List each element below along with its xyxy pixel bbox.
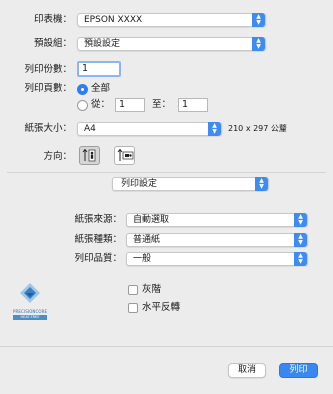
logo-text-line2: HEAT-FREE xyxy=(13,315,47,320)
precisioncore-diamond-icon xyxy=(20,283,40,303)
paper-size-value: A4 xyxy=(84,124,96,134)
media-type-value: 普通紙 xyxy=(133,235,161,245)
paper-source-value: 自動選取 xyxy=(133,215,170,225)
mirror-checkbox[interactable] xyxy=(128,303,138,313)
divider xyxy=(0,346,333,347)
media-type-popup[interactable]: 普通紙 ▲ ▼ xyxy=(126,233,308,247)
pages-to-label: 至： xyxy=(152,99,172,110)
print-quality-value: 一般 xyxy=(133,254,152,264)
landscape-orientation-icon xyxy=(117,148,134,161)
pages-to-field[interactable]: 1 xyxy=(178,98,208,112)
copies-field[interactable]: 1 xyxy=(77,61,121,77)
paper-source-label: 紙張來源： xyxy=(74,214,122,225)
section-popup-value: 列印設定 xyxy=(121,179,158,189)
grayscale-checkbox[interactable] xyxy=(128,285,138,295)
paper-size-label: 紙張大小： xyxy=(24,123,72,134)
print-button[interactable]: 列印 xyxy=(279,363,318,378)
printer-value: EPSON XXXX xyxy=(84,15,143,25)
popup-arrows-icon: ▲ ▼ xyxy=(252,37,265,51)
popup-arrows-icon: ▲ ▼ xyxy=(252,13,265,27)
popup-arrows-icon: ▲ ▼ xyxy=(294,252,307,266)
media-type-label: 紙張種類： xyxy=(74,234,122,245)
portrait-orientation-icon xyxy=(82,148,96,162)
preset-label: 預設組： xyxy=(33,38,72,49)
preset-value: 預設設定 xyxy=(84,39,121,49)
pages-label: 列印頁數： xyxy=(24,83,72,94)
pages-all-radio[interactable] xyxy=(77,84,88,95)
cancel-button[interactable]: 取消 xyxy=(228,363,266,378)
print-quality-popup[interactable]: 一般 ▲ ▼ xyxy=(126,252,308,266)
popup-arrows-icon: ▲ ▼ xyxy=(255,177,268,191)
divider xyxy=(7,172,326,173)
orientation-landscape-button[interactable] xyxy=(114,146,135,165)
paper-source-popup[interactable]: 自動選取 ▲ ▼ xyxy=(126,213,308,227)
pages-all-label: 全部 xyxy=(91,83,111,94)
orientation-portrait-button[interactable] xyxy=(79,146,100,165)
pages-range-radio[interactable] xyxy=(77,100,88,111)
print-quality-label: 列印品質： xyxy=(74,253,122,264)
pages-from-field[interactable]: 1 xyxy=(115,98,145,112)
grayscale-label: 灰階 xyxy=(142,284,162,295)
copies-label: 列印份數： xyxy=(24,64,72,75)
orientation-label: 方向： xyxy=(43,151,72,162)
popup-arrows-icon: ▲ ▼ xyxy=(294,213,307,227)
popup-arrows-icon: ▲ ▼ xyxy=(294,233,307,247)
printer-popup[interactable]: EPSON XXXX ▲ ▼ xyxy=(77,13,266,27)
logo-text-line1: PRECISIONCORE xyxy=(13,309,48,314)
section-popup[interactable]: 列印設定 ▲ ▼ xyxy=(112,177,269,191)
precisioncore-logo: PRECISIONCORE HEAT-FREE xyxy=(13,282,47,320)
printer-label: 印表機： xyxy=(33,14,72,25)
paper-size-dimensions: 210 x 297 公釐 xyxy=(228,124,287,133)
paper-size-popup[interactable]: A4 ▲ ▼ xyxy=(77,122,222,136)
mirror-label: 水平反轉 xyxy=(142,302,181,313)
preset-popup[interactable]: 預設設定 ▲ ▼ xyxy=(77,37,266,51)
popup-arrows-icon: ▲ ▼ xyxy=(208,122,221,136)
pages-from-label: 從： xyxy=(91,99,111,110)
